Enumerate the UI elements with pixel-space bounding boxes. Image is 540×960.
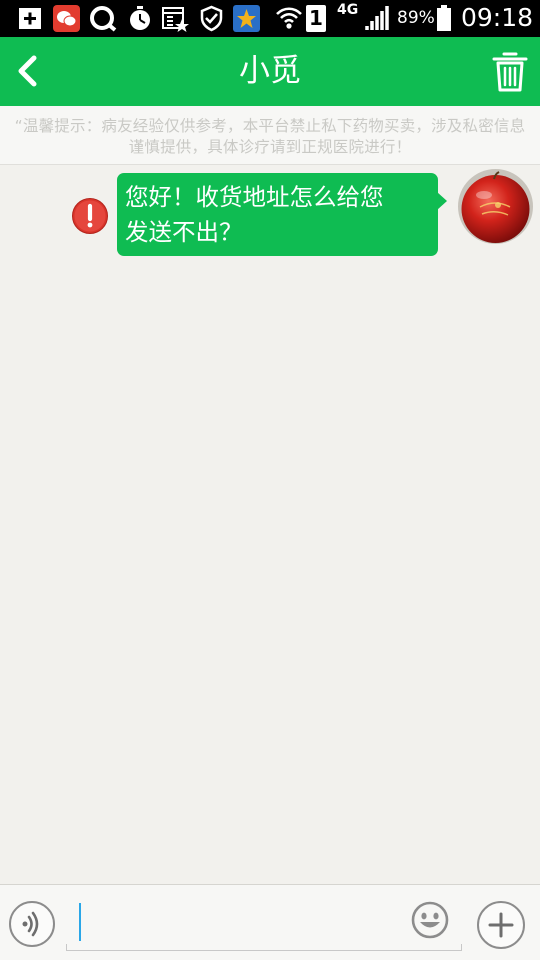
message-bubble[interactable]: 您好！收货地址怎么给您 发送不出？ <box>117 173 438 256</box>
more-options-button[interactable] <box>477 901 525 949</box>
battery-icon <box>437 5 451 31</box>
signal-icon <box>365 6 389 30</box>
input-underline-right <box>461 944 462 951</box>
input-underline <box>66 950 462 951</box>
browser-icon <box>90 6 117 32</box>
clock: 09:18 <box>461 3 534 32</box>
wechat-icon <box>53 5 80 32</box>
input-bar <box>0 884 540 960</box>
battery-percent: 89% <box>397 8 435 28</box>
disclaimer-notice: “温馨提示：病友经验仅供参考，本平台禁止私下药物买卖，涉及私密信息谨慎提供，具体… <box>0 106 540 165</box>
voice-icon <box>22 911 39 937</box>
message-bubble-tail <box>437 192 447 210</box>
star-app-icon <box>233 5 260 32</box>
message-input[interactable] <box>66 895 462 951</box>
message-line: 您好！收货地址怎么给您 <box>125 183 384 211</box>
input-underline-left <box>66 944 67 951</box>
plus-icon <box>488 912 514 938</box>
network-type-label: 4G <box>337 2 359 18</box>
add-icon <box>19 8 41 29</box>
calendar-star-icon <box>162 7 189 32</box>
message-line: 发送不出？ <box>125 218 243 246</box>
chat-header: 小觅 <box>0 37 540 106</box>
exclamation-icon <box>72 198 108 234</box>
page-title: 小觅 <box>239 53 301 89</box>
stopwatch-icon <box>130 6 150 30</box>
smiley-icon <box>411 901 449 939</box>
voice-input-button[interactable] <box>9 901 55 947</box>
apple-avatar-icon <box>458 169 533 244</box>
send-failed-icon[interactable] <box>71 197 109 235</box>
status-bar: 1 4G 89% 09:18 <box>0 0 540 37</box>
wifi-icon <box>276 7 302 29</box>
sim-slot-badge: 1 <box>306 5 326 32</box>
chat-area[interactable]: 您好！收货地址怎么给您 发送不出？ <box>0 166 540 884</box>
shield-check-icon <box>200 5 223 32</box>
delete-button[interactable] <box>488 49 532 95</box>
emoji-button[interactable] <box>410 900 450 940</box>
avatar[interactable] <box>458 169 533 244</box>
sim-slot-label: 1 <box>309 6 323 30</box>
text-cursor <box>79 903 81 941</box>
trash-icon <box>492 52 528 92</box>
